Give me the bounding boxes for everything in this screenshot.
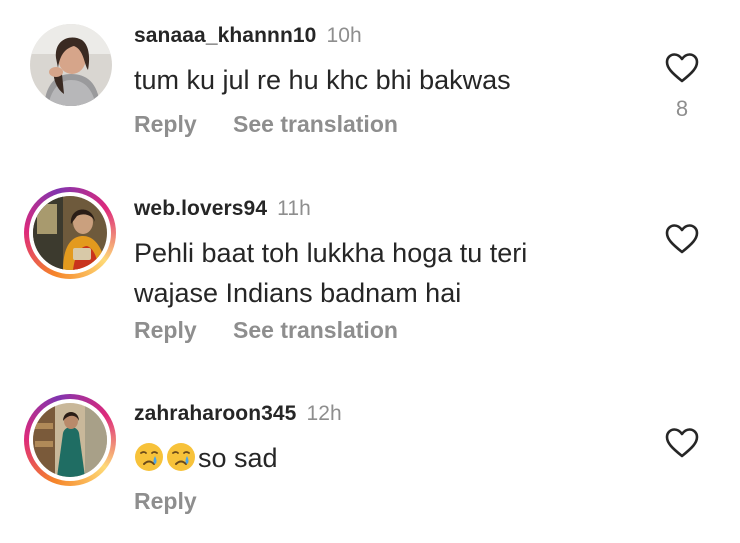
avatar[interactable]	[24, 394, 116, 486]
username-link[interactable]: zahraharoon345 12h	[134, 402, 342, 426]
comment-3: zahraharoon345 12h so sad Reply	[0, 380, 740, 543]
comment-text-content: so sad	[198, 443, 278, 473]
like-count: 8	[675, 96, 689, 121]
avatar[interactable]	[24, 187, 116, 279]
crying-face-emoji	[167, 443, 195, 471]
comment-text: tum ku jul re hu khc bhi bakwas	[134, 65, 511, 95]
username-text[interactable]: sanaaa_khannn10	[134, 24, 316, 47]
reply-button[interactable]: Reply	[134, 111, 197, 137]
comment-1: sanaaa_khannn10 10h tum ku jul re hu khc …	[0, 0, 740, 180]
avatar-photo	[30, 24, 112, 106]
comment-text: Pehli baat toh lukkha hoga tu teri wajas…	[134, 233, 634, 313]
comment-2: web.lovers94 11h Pehli baat toh lukkha ho…	[0, 180, 740, 380]
username-link[interactable]: web.lovers94 11h	[134, 197, 311, 221]
comment-text-line: wajase Indians badnam hai	[134, 278, 462, 308]
username-text[interactable]: zahraharoon345	[134, 402, 296, 425]
timestamp: 12h	[306, 402, 342, 425]
crying-face-emoji	[135, 443, 163, 471]
avatar[interactable]	[30, 24, 112, 106]
reply-button[interactable]: Reply	[134, 317, 197, 343]
heart-icon[interactable]	[664, 223, 700, 255]
username-link[interactable]: sanaaa_khannn10 10h	[134, 24, 362, 48]
reply-button[interactable]: Reply	[134, 488, 197, 514]
see-translation-button[interactable]: See translation	[233, 111, 398, 137]
timestamp: 10h	[326, 24, 362, 47]
comment-text-line: Pehli baat toh lukkha hoga tu teri	[134, 238, 528, 268]
see-translation-button[interactable]: See translation	[233, 317, 398, 343]
timestamp: 11h	[277, 197, 311, 220]
avatar-photo	[33, 403, 107, 477]
heart-icon[interactable]	[664, 52, 700, 84]
avatar-photo	[33, 196, 107, 270]
username-text[interactable]: web.lovers94	[134, 197, 267, 220]
comment-text: so sad	[134, 438, 634, 478]
heart-icon[interactable]	[664, 427, 700, 459]
